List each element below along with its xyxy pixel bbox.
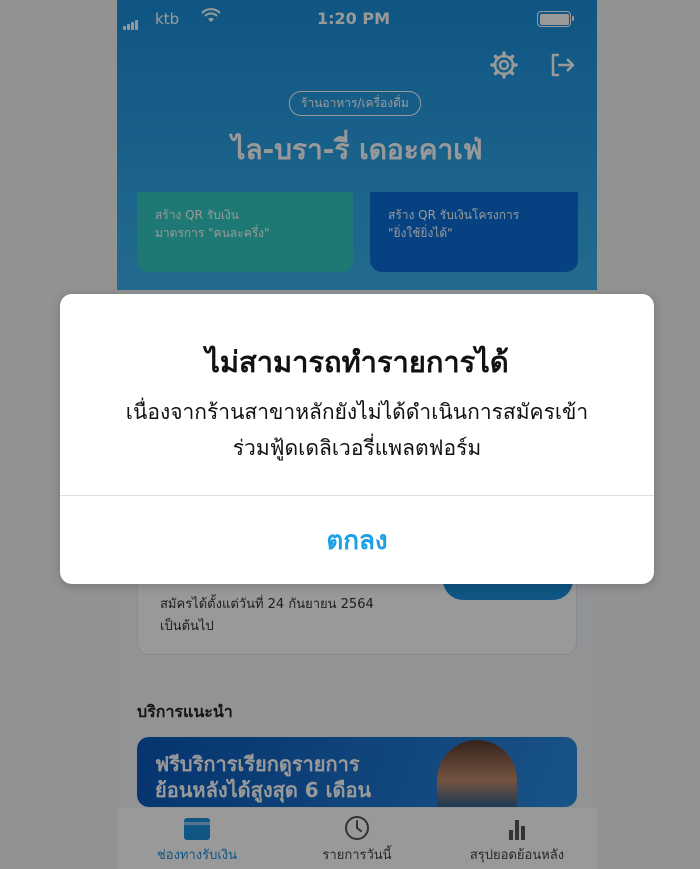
dialog-title: ไม่สามารถทำรายการได้ [205, 345, 509, 379]
ok-button[interactable]: ตกลง [60, 496, 654, 584]
error-dialog: ไม่สามารถทำรายการได้ เนื่องจากร้านสาขาหล… [60, 294, 654, 584]
dialog-message: เนื่องจากร้านสาขาหลักยังไม่ได้ดำเนินการส… [80, 394, 634, 466]
dialog-message-line1: เนื่องจากร้านสาขาหลักยังไม่ได้ดำเนินการส… [125, 400, 589, 424]
dialog-message-line2: ร่วมฟู้ดเดลิเวอรี่แพลตฟอร์ม [232, 436, 482, 460]
